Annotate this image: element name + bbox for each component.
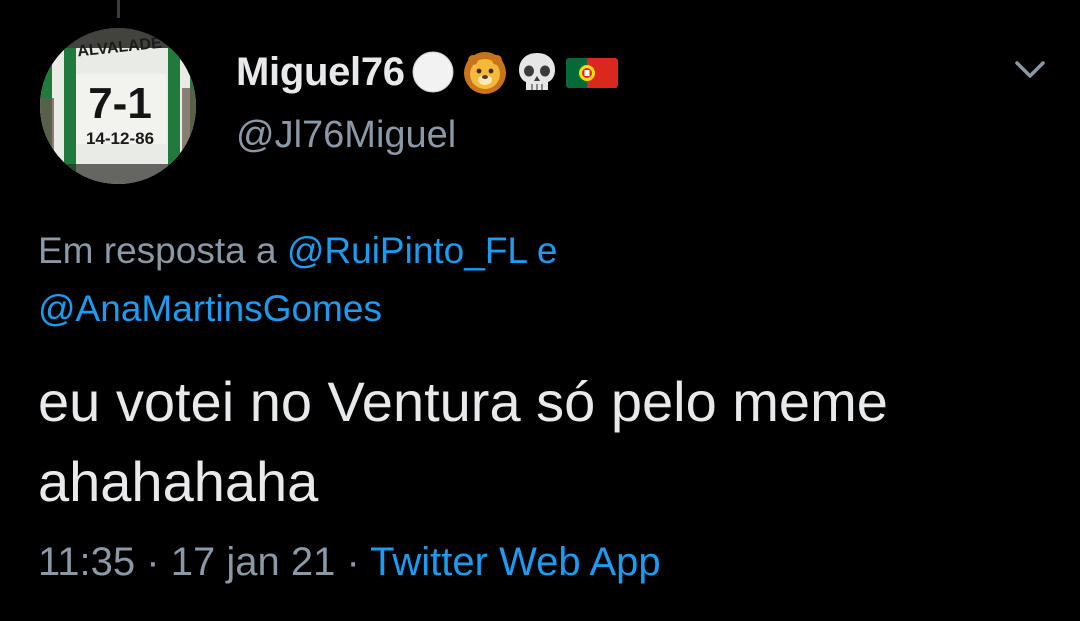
- jersey-date: 14-12-86: [86, 129, 154, 148]
- tweet-source-link[interactable]: Twitter Web App: [370, 540, 661, 584]
- tweet-header: Miguel76 @Jl76Miguel: [236, 44, 618, 157]
- tweet-time[interactable]: 11:35: [38, 540, 135, 584]
- jersey-number: 7-1: [88, 79, 152, 128]
- tweet-date[interactable]: 17 jan 21: [171, 540, 336, 584]
- lion-icon: [461, 48, 509, 96]
- reply-joiner: e: [536, 230, 558, 271]
- meta-separator: ·: [346, 540, 360, 584]
- reply-prefix: Em resposta a: [38, 230, 277, 271]
- chevron-down-icon[interactable]: [1010, 52, 1050, 88]
- portugal-flag-icon: [565, 48, 618, 96]
- user-handle[interactable]: @Jl76Miguel: [236, 114, 613, 157]
- white-circle-icon: [409, 48, 457, 96]
- avatar-image: ALVALADE 7-1 14-12-86: [40, 28, 196, 184]
- skull-icon: [513, 48, 561, 96]
- display-name[interactable]: Miguel76: [236, 50, 405, 95]
- display-name-row[interactable]: Miguel76: [236, 44, 618, 100]
- reply-context: Em resposta a @RuiPinto_FL e @AnaMartins…: [38, 222, 1048, 338]
- mention-link-ruipinto[interactable]: @RuiPinto_FL: [287, 230, 527, 271]
- tweet-text-line-2: ahahahaha: [38, 450, 319, 513]
- tweet-text-line-1: eu votei no Ventura só pelo meme: [38, 370, 888, 433]
- tweet-meta: 11:35 · 17 jan 21 · Twitter Web App: [38, 532, 661, 592]
- meta-separator: ·: [146, 540, 160, 584]
- thread-connector-line: [117, 0, 120, 18]
- avatar[interactable]: ALVALADE 7-1 14-12-86: [40, 28, 196, 184]
- mention-link-anamartinsgomes[interactable]: @AnaMartinsGomes: [38, 288, 382, 329]
- tweet-body: eu votei no Ventura só pelo meme ahahaha…: [38, 362, 1048, 522]
